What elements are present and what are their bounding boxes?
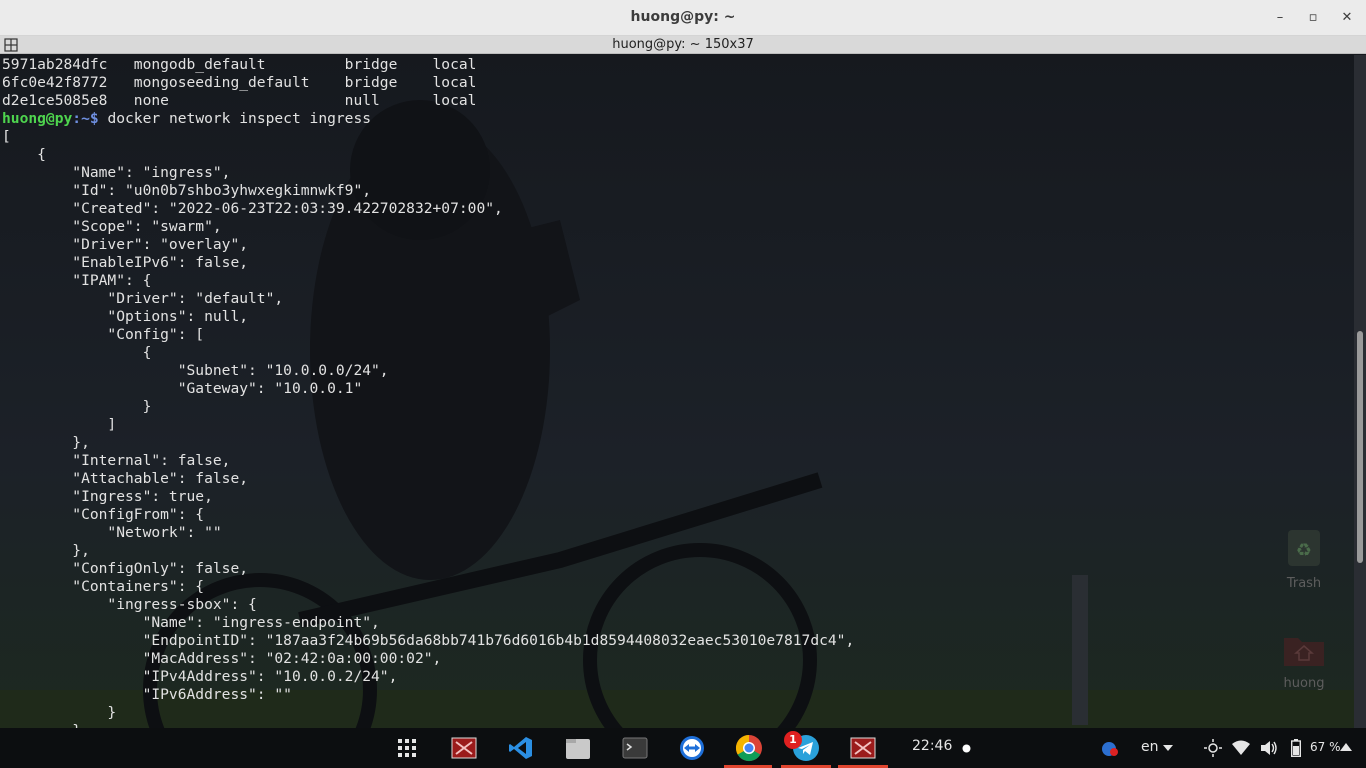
terminal-line: "Containers": { xyxy=(72,578,205,595)
terminal-line: "Scope": "swarm", xyxy=(72,218,222,235)
terminal-line: "Config": [ xyxy=(107,326,205,343)
trash-label: Trash xyxy=(1286,576,1322,591)
battery-icon[interactable] xyxy=(1291,739,1301,757)
terminal-line: "Options": null, xyxy=(107,308,249,325)
terminal-line: }, xyxy=(72,434,90,451)
wifi-icon[interactable] xyxy=(1232,740,1250,756)
taskbar-app-teamviewer[interactable] xyxy=(677,733,707,763)
prompt-user: huong@py xyxy=(2,110,73,127)
terminal-line: "ConfigOnly": false, xyxy=(72,560,249,577)
previous-output: 5971ab284dfc mongodb_default bridge loca… xyxy=(2,56,476,109)
files-icon xyxy=(566,739,590,759)
desktop-trash[interactable]: ♻ Trash xyxy=(1274,528,1334,591)
terminal-icon xyxy=(622,737,648,759)
volume-icon[interactable] xyxy=(1260,740,1278,756)
terminal-line: "Name": "ingress-endpoint", xyxy=(142,614,380,631)
terminal-line: }, xyxy=(72,542,90,559)
terminal-line: d2e1ce5085e8 none null local xyxy=(2,92,477,109)
terminal-line: "Subnet": "10.0.0.0/24", xyxy=(177,362,389,379)
terminal-line: { xyxy=(37,146,46,163)
clock[interactable]: 22:46 xyxy=(912,738,952,754)
home-folder-label: huong xyxy=(1283,676,1325,691)
desktop-home-folder[interactable]: huong xyxy=(1274,632,1334,691)
taskbar-app-terminal[interactable] xyxy=(620,733,650,763)
window-title: huong@py: ~ xyxy=(630,9,736,25)
maximize-button[interactable]: ▫ xyxy=(1302,8,1324,28)
taskbar-app-chrome[interactable] xyxy=(734,733,764,763)
terminal-line: "Ingress": true, xyxy=(72,488,213,505)
taskbar: 22:46 en 67 % xyxy=(0,728,1366,768)
keyboard-language[interactable]: en xyxy=(1141,739,1159,755)
terminal-line: "IPv6Address": "" xyxy=(142,686,292,703)
telegram-unread-badge: 1 xyxy=(784,731,802,749)
terminal-line: 5971ab284dfc mongodb_default bridge loca… xyxy=(2,56,477,73)
terminal-line: "IPAM": { xyxy=(72,272,152,289)
prompt-path: :~$ xyxy=(72,110,108,127)
app-grid-icon xyxy=(398,739,416,757)
terminal-line: "Driver": "overlay", xyxy=(72,236,249,253)
remote-app-icon xyxy=(850,737,876,759)
command-text: docker network inspect ingress xyxy=(107,110,372,127)
terminal-size-title: huong@py: ~ 150x37 xyxy=(612,37,754,52)
terminal-line: "EnableIPv6": false, xyxy=(72,254,249,271)
terminal-text: 5971ab284dfc mongodb_default bridge loca… xyxy=(0,55,1354,728)
close-button[interactable]: ✕ xyxy=(1336,8,1358,28)
vscode-icon xyxy=(509,737,532,759)
terminal-line: "Network": "" xyxy=(107,524,222,541)
trash-icon: ♻ xyxy=(1288,530,1320,566)
chevron-down-icon[interactable] xyxy=(1163,745,1173,751)
terminal-line: "Created": "2022-06-23T22:03:39.42270283… xyxy=(72,200,503,217)
home-folder-icon xyxy=(1284,638,1324,666)
terminal-line: "Gateway": "10.0.0.1" xyxy=(177,380,363,397)
update-notifier-icon[interactable] xyxy=(1101,740,1119,758)
terminal-line: "ingress-sbox": { xyxy=(107,596,257,613)
terminal-line: "EndpointID": "187aa3f24b69b56da68bb741b… xyxy=(142,632,855,649)
teamviewer-icon xyxy=(680,736,704,760)
scrollbar-thumb[interactable] xyxy=(1357,331,1363,563)
battery-level[interactable]: 67 % xyxy=(1310,740,1341,754)
terminal-line: "Attachable": false, xyxy=(72,470,249,487)
terminal-line: ] xyxy=(107,416,117,433)
terminal-line: } xyxy=(142,398,152,415)
notification-dot-icon[interactable] xyxy=(962,744,971,753)
chrome-icon xyxy=(735,734,762,762)
taskbar-app-vscode[interactable] xyxy=(506,733,536,763)
minimize-button[interactable]: – xyxy=(1269,8,1291,28)
terminal-line: "Name": "ingress", xyxy=(72,164,231,181)
brightness-icon[interactable] xyxy=(1204,739,1222,757)
taskbar-app-files[interactable] xyxy=(563,733,593,763)
terminal-line: } xyxy=(107,704,117,721)
taskbar-app-remote[interactable] xyxy=(449,733,479,763)
window-titlebar: huong@py: ~ – ▫ ✕ xyxy=(0,0,1366,36)
terminal-output[interactable]: 5971ab284dfc mongodb_default bridge loca… xyxy=(0,55,1354,728)
svg-text:♻: ♻ xyxy=(1296,540,1312,561)
terminal-line: [ xyxy=(2,128,11,145)
terminal-line: "Id": "u0n0b7shbo3yhwxegkimnwkf9", xyxy=(72,182,372,199)
terminal-line: "IPv4Address": "10.0.0.2/24", xyxy=(142,668,398,685)
terminal-line: "MacAddress": "02:42:0a:00:00:02", xyxy=(142,650,442,667)
terminal-line: "Driver": "default", xyxy=(107,290,284,307)
terminal-line: 6fc0e42f8772 mongoseeding_default bridge… xyxy=(2,74,477,91)
terminal-line: "Internal": false, xyxy=(72,452,231,469)
terminal-line: { xyxy=(142,344,152,361)
chevron-up-icon[interactable] xyxy=(1340,743,1352,751)
terminal-scrollbar[interactable] xyxy=(1354,55,1366,728)
taskbar-app-remote-active[interactable] xyxy=(848,733,878,763)
app-grid-button[interactable] xyxy=(392,733,422,763)
remote-app-icon xyxy=(451,737,477,759)
terminal-infobar: huong@py: ~ 150x37 xyxy=(0,36,1366,54)
command-output: [ { "Name": "ingress", "Id": "u0n0b7shbo… xyxy=(2,128,854,728)
terminal-line: "ConfigFrom": { xyxy=(72,506,205,523)
